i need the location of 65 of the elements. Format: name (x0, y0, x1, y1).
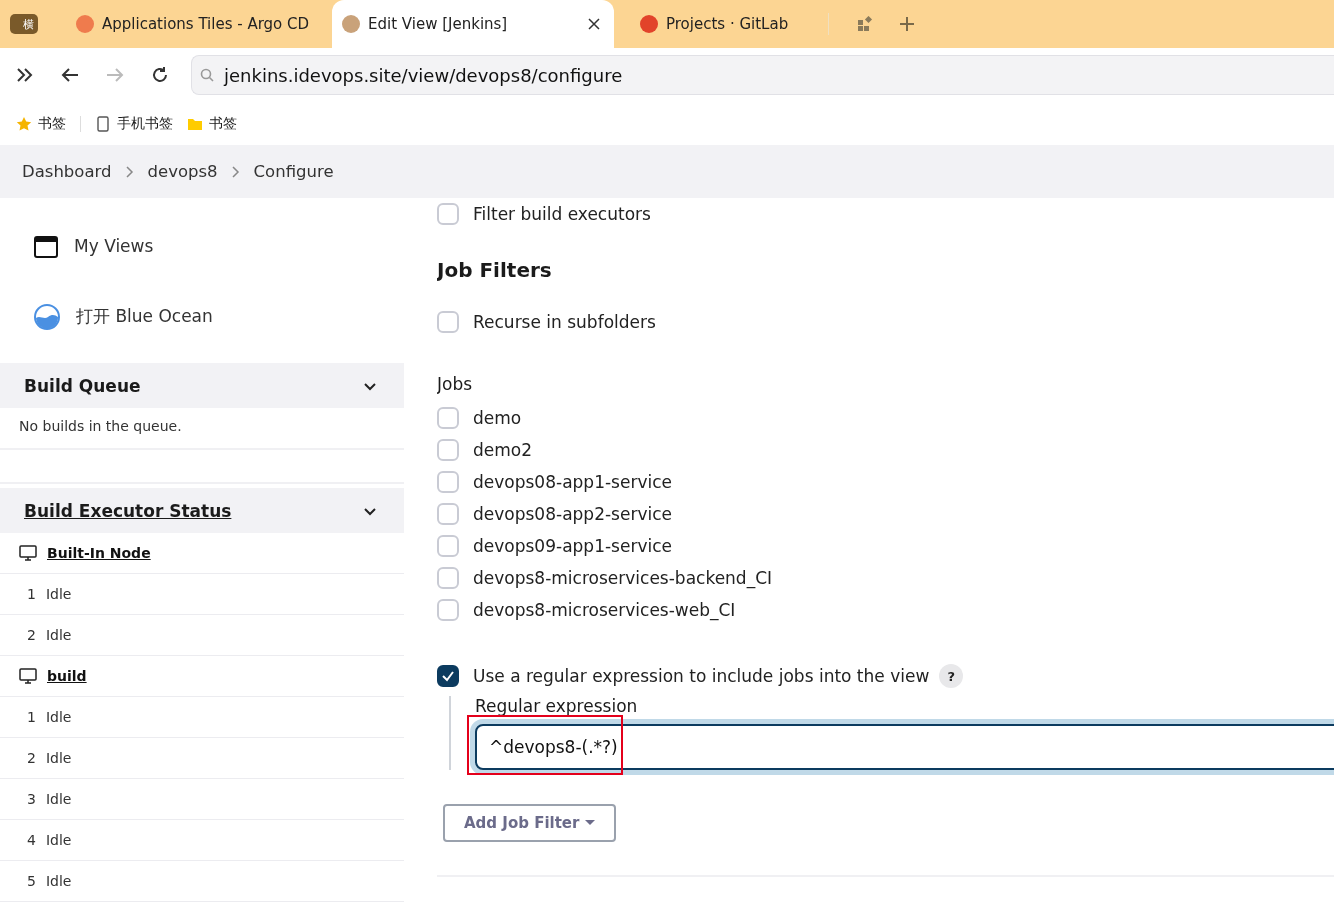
checkbox-label: Recurse in subfolders (473, 312, 656, 332)
checkbox-label: devops08-app1-service (473, 472, 672, 492)
ocean-icon (34, 303, 60, 330)
executor-number: 3 (27, 791, 36, 807)
bookmark[interactable]: 书签 (187, 114, 237, 133)
sidebar-task[interactable]: My Views (0, 216, 404, 290)
help-button[interactable]: ? (939, 664, 964, 688)
bookmark[interactable]: 书签 (16, 114, 66, 133)
computer-icon (19, 545, 37, 561)
executor-number: 4 (27, 832, 36, 848)
executor-status: Idle (45, 627, 72, 643)
caret-icon (585, 820, 596, 826)
phone-icon (95, 115, 111, 132)
sidebar-toggle[interactable]: 横 (10, 14, 38, 34)
apps-icon[interactable] (857, 16, 874, 32)
executor-status: Idle (45, 750, 72, 766)
queue-message: No builds in the queue. (0, 408, 404, 450)
search-icon (200, 68, 214, 82)
bookmark[interactable]: 手机书签 (95, 114, 173, 133)
regex-input[interactable]: ^devops8-(.*?) (475, 724, 1334, 770)
browser-tab[interactable]: Projects · GitLab (630, 0, 829, 48)
checkbox-label: demo (473, 408, 522, 428)
checkbox-label: Use a regular expression to include jobs into the view (473, 666, 930, 686)
checkbox-label: devops09-app1-service (473, 536, 672, 556)
checkbox-label: demo2 (473, 440, 533, 460)
checkbox[interactable] (437, 665, 459, 687)
executor-status: Idle (45, 873, 72, 889)
browser-tab[interactable]: Applications Tiles - Argo CD (66, 0, 316, 48)
back-icon[interactable] (61, 67, 79, 83)
checkbox-label: devops8-microservices-backend_CI (473, 568, 773, 588)
computer-icon (19, 668, 37, 684)
checkmark-icon (441, 670, 455, 682)
window-icon (34, 236, 58, 258)
executor-number: 2 (27, 750, 36, 766)
browser-tab[interactable]: Edit View [Jenkins] (332, 0, 614, 48)
address-bar[interactable]: jenkins.idevops.site/view/devops8/configure (191, 55, 1334, 95)
checkbox-label: devops8-microservices-web_CI (473, 600, 736, 620)
breadcrumb-link[interactable]: Dashboard (22, 162, 112, 181)
executor-number: 5 (27, 873, 36, 889)
panel-header[interactable]: Build Queue (0, 363, 404, 408)
breadcrumb-link[interactable]: devops8 (147, 162, 218, 181)
checkbox-label: Filter build executors (473, 204, 651, 224)
chevron-icon (125, 165, 134, 178)
field-label: Regular expression (475, 696, 639, 716)
panel-header[interactable]: Build Executor Status (0, 488, 404, 533)
reload-icon[interactable] (151, 66, 169, 84)
chevron-icon (231, 165, 240, 178)
close-icon[interactable] (588, 18, 600, 30)
star-icon (16, 115, 32, 132)
executor-status: Idle (45, 832, 72, 848)
executor-number: 2 (27, 627, 36, 643)
forward-icon[interactable] (106, 67, 124, 83)
checkbox-label: devops08-app2-service (473, 504, 672, 524)
sidebar-task[interactable]: 打开 Blue Ocean (0, 290, 404, 343)
executor-status: Idle (45, 586, 72, 602)
new-tab-icon[interactable] (899, 16, 916, 32)
executor-number: 1 (27, 709, 36, 725)
node-link[interactable]: Built-In Node (47, 545, 151, 561)
node-link[interactable]: build (47, 668, 87, 684)
breadcrumb-link[interactable]: Configure (253, 162, 334, 181)
executor-status: Idle (45, 791, 72, 807)
expand-icon[interactable] (16, 67, 34, 83)
add-filter-button[interactable]: Add Job Filter (443, 804, 617, 842)
executor-number: 1 (27, 586, 36, 602)
executor-status: Idle (45, 709, 72, 725)
